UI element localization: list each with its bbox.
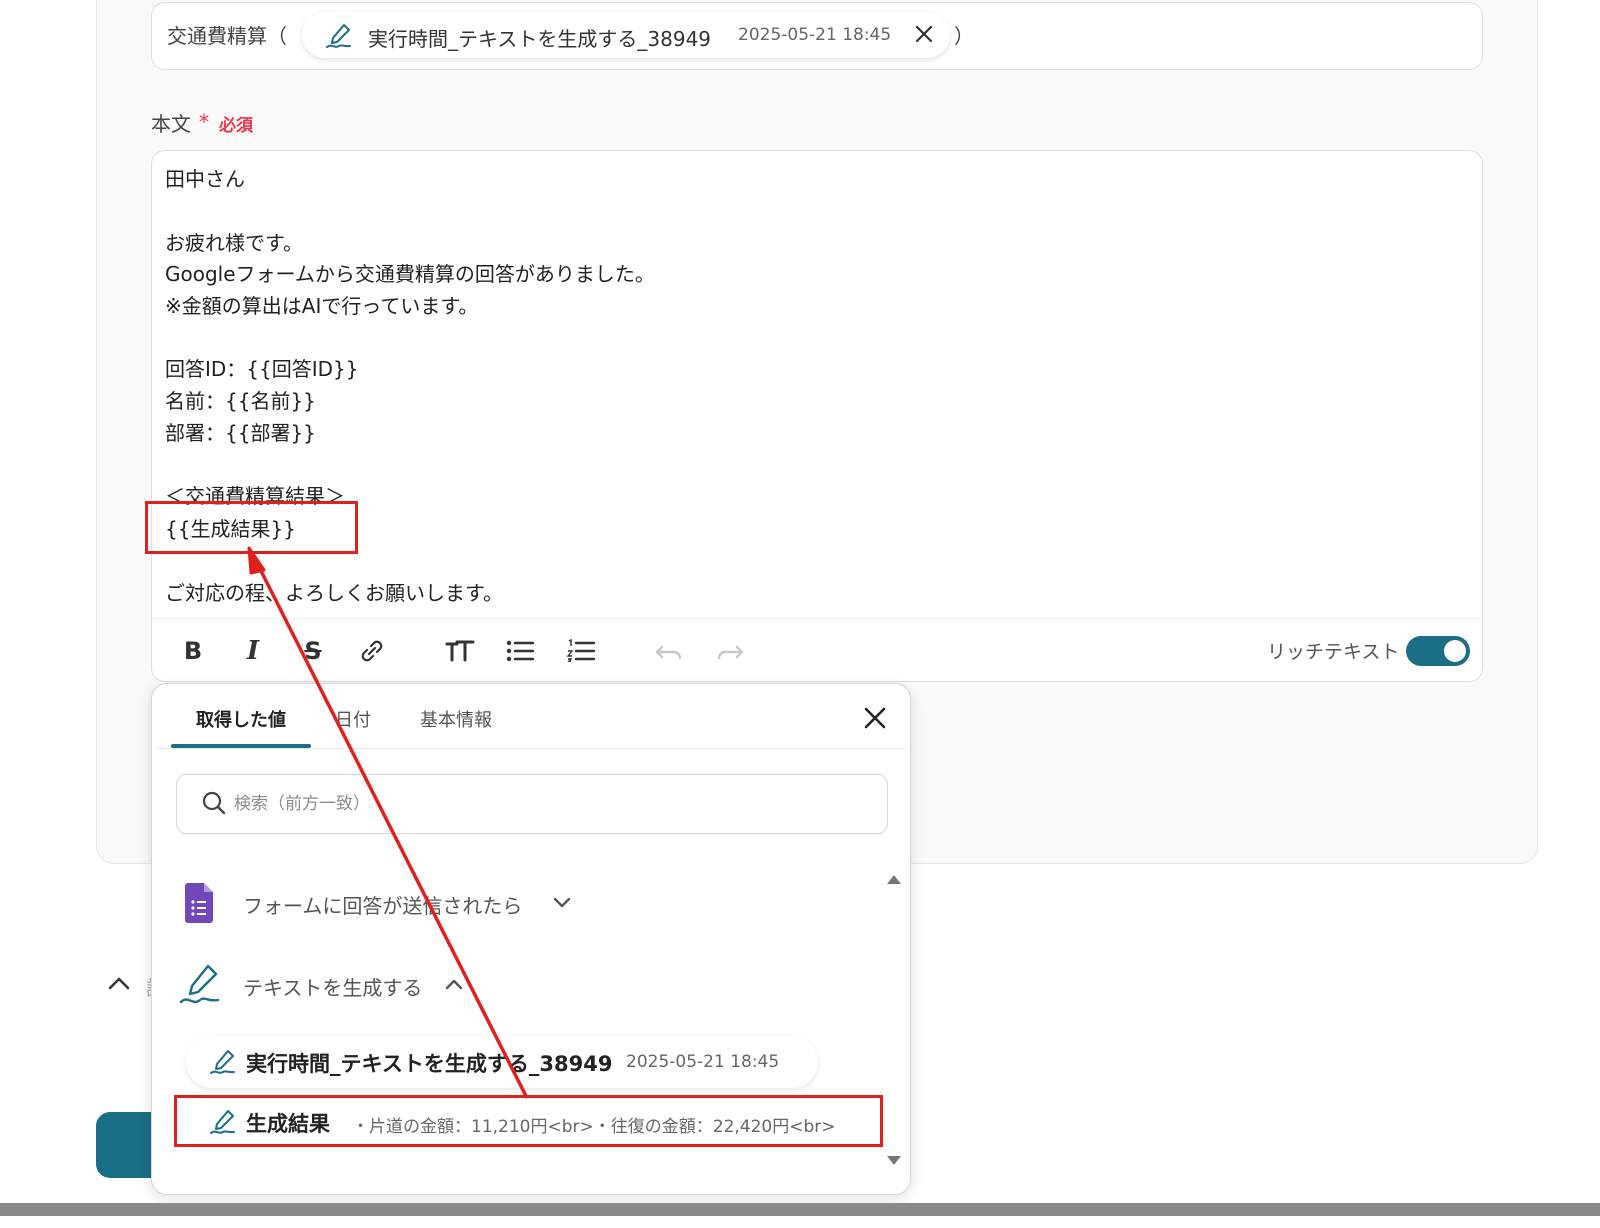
body-line: ご対応の程、よろしくお願いします。 bbox=[165, 581, 503, 605]
body-line: 部署：{{部署}} bbox=[165, 421, 316, 445]
ai-pen-icon bbox=[324, 22, 354, 54]
body-line: Googleフォームから交通費精算の回答がありました。 bbox=[165, 262, 655, 286]
italic-icon[interactable]: I bbox=[236, 634, 270, 668]
chevron-up-icon[interactable] bbox=[444, 976, 464, 995]
close-icon[interactable] bbox=[862, 705, 888, 735]
variable-item-meta: 2025-05-21 18:45 bbox=[626, 1052, 780, 1072]
body-field-label: 本文 bbox=[151, 112, 191, 136]
link-icon[interactable] bbox=[355, 634, 389, 668]
toggle-knob bbox=[1444, 640, 1466, 662]
body-line: 田中さん bbox=[165, 167, 245, 191]
undo-icon[interactable] bbox=[652, 634, 686, 668]
tab-acquired-values[interactable]: 取得した値 bbox=[196, 706, 286, 732]
required-badge: 必須 bbox=[219, 116, 253, 136]
group-forms-trigger[interactable]: フォームに回答が送信されたら bbox=[243, 890, 522, 919]
rich-text-toggle[interactable] bbox=[1406, 636, 1470, 666]
scroll-up-icon[interactable] bbox=[886, 870, 902, 889]
bullet-list-icon[interactable] bbox=[503, 634, 537, 668]
bold-icon[interactable]: B bbox=[176, 634, 210, 668]
google-forms-icon bbox=[183, 883, 215, 927]
numbered-list-icon[interactable] bbox=[564, 634, 598, 668]
body-line: 名前：{{名前}} bbox=[165, 389, 316, 413]
strikethrough-icon[interactable]: S bbox=[296, 634, 330, 668]
subject-variable-chip[interactable]: 実行時間_テキストを生成する_38949 2025-05-21 18:45 bbox=[302, 12, 950, 58]
body-line: 回答ID：{{回答ID}} bbox=[165, 357, 359, 381]
body-line: ※金額の算出はAIで行っています。 bbox=[165, 294, 479, 318]
window-bottom-bar bbox=[0, 1203, 1600, 1216]
tabs-divider bbox=[157, 748, 905, 749]
scroll-down-icon[interactable] bbox=[886, 1152, 902, 1171]
search-input[interactable] bbox=[232, 790, 856, 818]
variable-item-title: 実行時間_テキストを生成する_38949 bbox=[246, 1052, 613, 1076]
redo-icon[interactable] bbox=[713, 634, 747, 668]
body-line: お疲れ様です。 bbox=[165, 231, 303, 255]
ai-pen-icon bbox=[178, 962, 224, 1012]
text-size-icon[interactable] bbox=[443, 634, 477, 668]
required-asterisk: * bbox=[199, 110, 209, 134]
close-icon[interactable] bbox=[912, 22, 936, 50]
group-text-generation[interactable]: テキストを生成する bbox=[243, 972, 422, 1001]
chip-timestamp: 2025-05-21 18:45 bbox=[738, 25, 892, 45]
toolbar-divider bbox=[153, 618, 1479, 619]
tab-date[interactable]: 日付 bbox=[335, 706, 371, 732]
rich-text-label: リッチテキスト bbox=[1267, 641, 1400, 663]
highlight-box-body-variable bbox=[145, 501, 358, 554]
ai-pen-icon bbox=[208, 1048, 238, 1080]
search-icon bbox=[201, 790, 227, 820]
highlight-box-result-item bbox=[174, 1095, 883, 1147]
chip-label: 実行時間_テキストを生成する_38949 bbox=[368, 27, 712, 51]
tab-basic-info[interactable]: 基本情報 bbox=[420, 706, 492, 732]
subject-prefix-text: 交通費精算（ bbox=[167, 24, 287, 48]
subject-suffix-text: ） bbox=[954, 24, 974, 48]
chevron-down-icon[interactable] bbox=[552, 895, 572, 914]
chevron-up-icon[interactable] bbox=[106, 973, 132, 997]
